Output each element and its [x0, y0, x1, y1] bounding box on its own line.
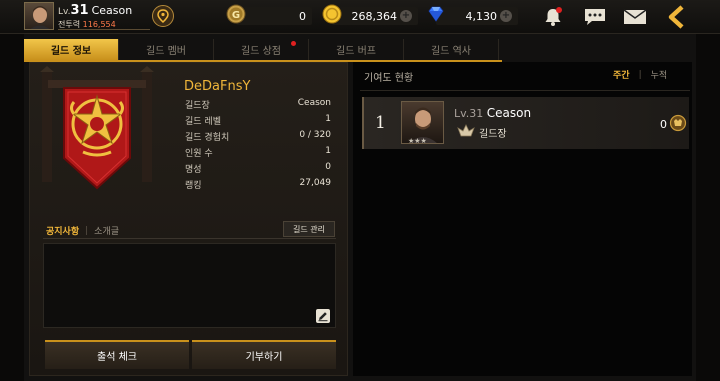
- gem-value: 4,130: [465, 9, 498, 23]
- stat-ranking: 랭킹 27,049: [185, 178, 331, 194]
- tab-notice[interactable]: 공지사항: [46, 224, 79, 237]
- stat-label: 길드 레벨: [185, 117, 221, 127]
- member-level-name: Lv.31 Ceason: [454, 106, 531, 120]
- stat-value: Ceason: [297, 98, 331, 108]
- member-portrait-icon: ★★★: [408, 107, 437, 144]
- stat-member-count: 인원 수 1: [185, 146, 331, 162]
- back-arrow-icon[interactable]: [664, 4, 690, 30]
- tab-guild-members[interactable]: 길드 멤버: [119, 39, 214, 60]
- notice-divider: [43, 238, 336, 239]
- stat-label: 인원 수: [185, 149, 213, 159]
- contribution-title: 기여도 현황: [364, 73, 414, 84]
- svg-text:★★★: ★★★: [408, 137, 427, 144]
- tab-separator: |: [85, 225, 89, 236]
- tab-label: 길드 버프: [336, 46, 376, 57]
- member-level-prefix: Lv.: [454, 107, 470, 120]
- add-gold-button[interactable]: +: [400, 10, 412, 22]
- edit-icon[interactable]: [316, 309, 330, 323]
- stat-label: 길드장: [185, 101, 210, 111]
- guild-banner: [38, 66, 156, 201]
- contribution-badge-icon: [669, 114, 687, 132]
- member-name: Ceason: [486, 106, 532, 120]
- member-rank: 1: [375, 113, 386, 133]
- stat-guild-master: 길드장 Ceason: [185, 98, 331, 114]
- stat-value: 1: [325, 114, 331, 124]
- gold-value: 268,364: [351, 9, 398, 23]
- location-pin-icon[interactable]: [152, 5, 174, 27]
- guild-emblem-icon: [40, 66, 154, 190]
- gold-currency: 268,364 +: [332, 7, 418, 25]
- combat-power-label: 전투력: [58, 20, 81, 29]
- gold-coin-icon: [322, 4, 342, 24]
- stat-label: 명성: [185, 165, 202, 175]
- member-role: 길드장: [479, 129, 507, 140]
- toggle-cumulative[interactable]: 누적: [651, 68, 668, 81]
- tab-guild-shop[interactable]: 길드 상점: [214, 39, 309, 60]
- player-level: 31: [70, 3, 89, 18]
- donate-button[interactable]: 기부하기: [192, 340, 336, 369]
- tab-guild-info[interactable]: 길드 정보: [24, 39, 119, 60]
- player-info: Lv.31 Ceason 전투력 116,554: [58, 3, 132, 30]
- tab-label: 길드 역사: [431, 46, 471, 57]
- player-level-line: Lv.31 Ceason: [58, 3, 132, 18]
- mail-icon[interactable]: [622, 4, 648, 30]
- gem-currency: 4,130 +: [436, 7, 518, 25]
- stat-label: 랭킹: [185, 181, 202, 191]
- stat-value: 1: [325, 146, 331, 156]
- stat-label: 길드 경험치: [185, 133, 230, 143]
- add-gem-button[interactable]: +: [500, 10, 512, 22]
- guild-name: DeDaFnsY: [184, 79, 251, 94]
- attendance-check-button[interactable]: 출석 체크: [45, 340, 189, 369]
- notification-dot: [291, 41, 296, 46]
- gold-coin-currency: 0: [236, 7, 312, 25]
- tab-guild-buff[interactable]: 길드 버프: [309, 39, 404, 60]
- stat-value: 0 / 320: [299, 130, 331, 140]
- member-portrait: ★★★: [401, 101, 444, 144]
- stat-guild-exp: 길드 경험치 0 / 320: [185, 130, 331, 146]
- toggle-separator: |: [638, 69, 642, 80]
- blue-gem-icon: [426, 4, 446, 24]
- g-coin-icon: G: [226, 4, 246, 24]
- avatar-portrait-icon: [30, 6, 50, 29]
- contribution-divider: [360, 90, 690, 91]
- tab-guild-history[interactable]: 길드 역사: [404, 39, 499, 60]
- level-prefix: Lv.: [58, 7, 71, 17]
- notice-tabs: 공지사항 | 소개글: [46, 224, 119, 238]
- stat-value: 27,049: [299, 178, 332, 188]
- notice-text-area[interactable]: [43, 243, 336, 328]
- tab-label: 길드 정보: [50, 46, 92, 57]
- player-avatar[interactable]: [24, 2, 54, 30]
- period-toggle: 주간 | 누적: [613, 68, 668, 82]
- stat-value: 0: [325, 162, 331, 172]
- combat-power-value: 116,554: [82, 20, 116, 29]
- guild-master-icon: [456, 124, 476, 138]
- stat-reputation: 명성 0: [185, 162, 331, 178]
- member-level: 31: [469, 107, 484, 120]
- chat-icon[interactable]: [582, 4, 608, 30]
- bell-icon[interactable]: [540, 4, 566, 30]
- tab-introduction[interactable]: 소개글: [94, 224, 119, 237]
- tab-label: 길드 상점: [241, 46, 281, 57]
- toggle-weekly[interactable]: 주간: [613, 68, 630, 81]
- member-score: 0: [660, 118, 667, 131]
- stat-guild-level: 길드 레벨 1: [185, 114, 331, 130]
- guild-tabs: 길드 정보 길드 멤버 길드 상점 길드 버프 길드 역사: [24, 39, 502, 60]
- guild-manage-button[interactable]: 길드 관리: [283, 221, 335, 237]
- svg-text:G: G: [232, 10, 240, 21]
- tab-label: 길드 멤버: [146, 46, 186, 57]
- player-name: Ceason: [91, 4, 133, 17]
- player-info-divider: [58, 29, 150, 30]
- gold-coin-value: 0: [299, 9, 306, 23]
